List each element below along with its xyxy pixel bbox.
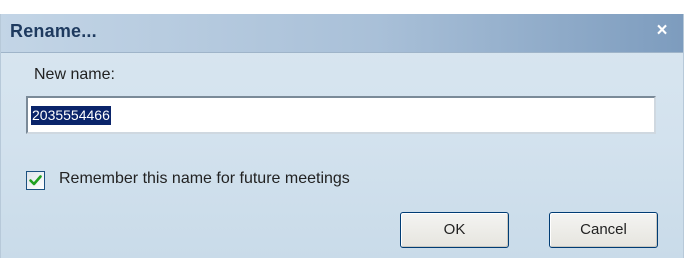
new-name-label: New name: xyxy=(34,66,115,83)
ok-button[interactable]: OK xyxy=(400,212,509,248)
dialog-titlebar: Rename... × xyxy=(1,14,683,53)
remember-name-label: Remember this name for future meetings xyxy=(59,170,350,187)
rename-dialog: Rename... × New name: 2035554466 Remembe… xyxy=(0,14,684,258)
dialog-title: Rename... xyxy=(10,21,97,41)
new-name-input[interactable]: 2035554466 xyxy=(26,96,656,134)
close-icon[interactable]: × xyxy=(651,20,673,42)
new-name-input-value: 2035554466 xyxy=(31,106,111,125)
cancel-button[interactable]: Cancel xyxy=(549,212,658,248)
checkmark-icon xyxy=(29,175,42,186)
remember-name-checkbox[interactable] xyxy=(26,171,45,190)
